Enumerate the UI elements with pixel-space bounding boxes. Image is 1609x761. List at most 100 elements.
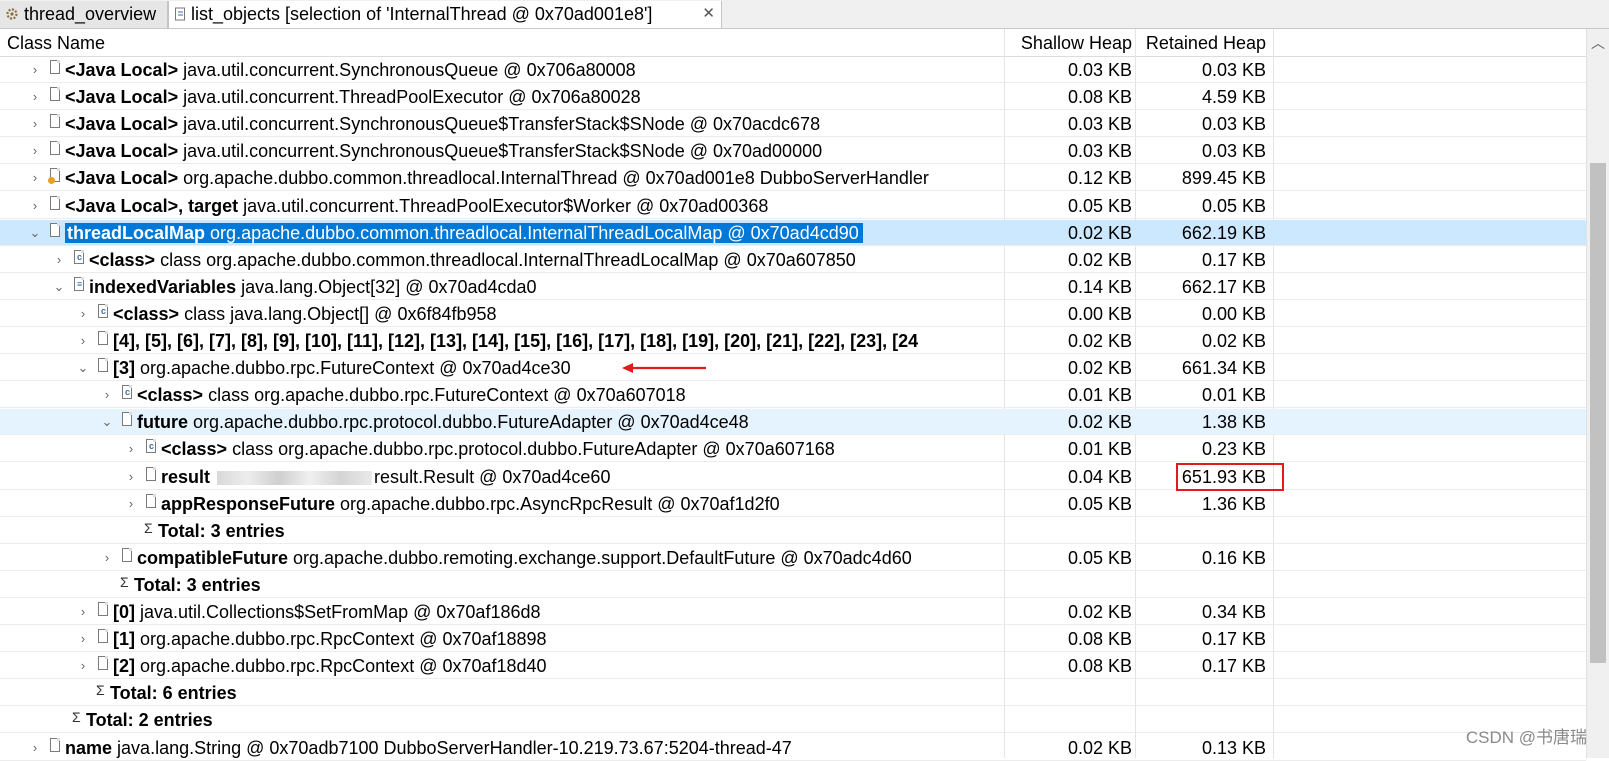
column-header-shallow-heap[interactable]: Shallow Heap [1005,29,1132,56]
retained-heap-cell [1138,707,1266,732]
expand-toggle-icon[interactable]: › [28,165,42,190]
object-detail: java.util.concurrent.ThreadPoolExecutor … [183,87,641,108]
table-row[interactable]: › <Java Local> java.util.concurrent.Synch… [0,57,1586,83]
shallow-heap-cell: 0.02 KB [1067,737,1132,758]
vertical-scrollbar[interactable]: ︿ [1586,29,1609,758]
object-icon [48,222,64,242]
object-icon [144,466,160,486]
shallow-heap-cell [1005,518,1132,543]
field-name: Total: 3 entries [134,574,261,595]
expand-toggle-icon[interactable]: › [28,138,42,163]
column-header-retained-heap[interactable]: Retained Heap [1138,29,1266,56]
class-name-cell: ⌄ future org.apache.dubbo.rpc.protocol.du… [0,409,1004,434]
list-objects-icon [175,7,185,21]
class-name-cell: › <Java Local> java.util.concurrent.Threa… [0,84,1004,109]
expand-toggle-icon[interactable]: › [76,328,90,353]
class-name-cell: › [2] org.apache.dubbo.rpc.RpcContext @ 0… [0,653,1004,678]
field-name: Total: 3 entries [158,520,285,541]
tab-list-objects[interactable]: list_objects [selection of 'InternalThre… [168,1,722,28]
table-row[interactable]: › [0] java.util.Collections$SetFromMap @ … [0,599,1586,625]
expand-toggle-icon[interactable]: › [124,464,138,489]
total-row[interactable]: Σ Total: 3 entries [0,518,1586,544]
field-name: <Java Local> [65,168,179,189]
class-name-cell: ⌄ ≡ indexedVariables java.lang.Object[32] … [0,274,1004,299]
tab-thread-overview[interactable]: thread_overview [0,1,168,28]
table-row[interactable]: › c <class> class java.lang.Object[] @ 0x6… [0,301,1586,327]
sum-icon: Σ [72,709,81,726]
class-name-cell: Σ Total: 6 entries [0,680,1004,705]
collapse-toggle-icon[interactable]: ⌄ [28,220,42,245]
object-detail: java.util.concurrent.SynchronousQueue @ … [183,60,636,80]
table-row[interactable]: ⌄ [3] org.apache.dubbo.rpc.FutureContext … [0,355,1586,382]
object-label: compatibleFuture org.apache.dubbo.remoti… [137,545,912,570]
class-name-cell: Σ Total: 2 entries [0,707,1004,732]
expand-toggle-icon[interactable]: › [28,57,42,82]
shallow-heap-cell: 0.02 KB [1067,602,1132,622]
object-label: future org.apache.dubbo.rpc.protocol.dub… [137,409,749,434]
table-row[interactable]: › name java.lang.String @ 0x70adb7100 Dub… [0,735,1586,761]
expand-toggle-icon[interactable]: › [52,247,66,272]
expand-toggle-icon[interactable]: › [28,111,42,136]
table-row[interactable]: › <Java Local> org.apache.dubbo.common.th… [0,165,1586,192]
total-row[interactable]: Σ Total: 6 entries [0,680,1586,707]
object-icon [120,411,136,431]
total-row[interactable]: Σ Total: 2 entries [0,707,1586,734]
editor-tab-bar: thread_overview list_objects [selection … [0,0,1609,29]
shallow-heap-cell: 0.03 KB [1067,114,1132,135]
scrollbar-thumb[interactable] [1590,163,1606,663]
expand-toggle-icon[interactable]: › [76,301,90,326]
table-row[interactable]: › <Java Local> java.util.concurrent.Threa… [0,84,1586,111]
class-name-cell: ⌄ threadLocalMap org.apache.dubbo.common.… [0,220,1004,245]
close-icon[interactable]: ✕ [702,1,715,27]
object-label: <Java Local> java.util.concurrent.Synchr… [65,111,820,136]
expand-toggle-icon[interactable]: › [76,653,90,678]
class-name-cell: Σ Total: 3 entries [0,518,1004,543]
table-row[interactable]: › compatibleFuture org.apache.dubbo.remot… [0,545,1586,571]
object-label: name java.lang.String @ 0x70adb7100 Dubb… [65,735,792,760]
table-row[interactable]: › <Java Local> java.util.concurrent.Synch… [0,138,1586,165]
table-row[interactable]: ⌄ ≡ indexedVariables java.lang.Object[32] … [0,274,1586,300]
expand-toggle-icon[interactable]: › [100,545,114,570]
table-row[interactable]: ⌄ future org.apache.dubbo.rpc.protocol.du… [0,409,1586,436]
retained-heap-cell [1138,572,1266,597]
total-row[interactable]: Σ Total: 3 entries [0,572,1586,598]
collapse-toggle-icon[interactable]: ⌄ [100,409,114,434]
field-name: <Java Local> [65,141,179,162]
expand-toggle-icon[interactable]: › [76,599,90,624]
object-icon [48,195,64,215]
scroll-up-icon[interactable]: ︿ [1591,33,1605,53]
table-row[interactable]: › c <class> class org.apache.dubbo.rpc.Fut… [0,382,1586,409]
expand-toggle-icon[interactable]: › [28,84,42,109]
column-header-class-name[interactable]: Class Name [7,29,105,56]
expand-toggle-icon[interactable]: › [28,735,42,760]
expand-toggle-icon[interactable]: › [100,382,114,407]
table-row[interactable]: › <Java Local>, target java.util.concurre… [0,193,1586,219]
object-label: <Java Local> org.apache.dubbo.common.thr… [65,165,929,190]
class-name-cell: › <Java Local> java.util.concurrent.Synch… [0,138,1004,163]
object-icon: ≡ [72,276,88,296]
expand-toggle-icon[interactable]: › [76,626,90,651]
object-detail: class org.apache.dubbo.rpc.protocol.dubb… [232,439,835,460]
expand-toggle-icon[interactable]: › [124,436,138,461]
collapse-toggle-icon[interactable]: ⌄ [76,355,90,380]
table-row[interactable]: ⌄ threadLocalMap org.apache.dubbo.common.… [0,219,1586,246]
object-detail: org.apache.dubbo.rpc.FutureContext @ 0x7… [140,358,571,379]
collapse-toggle-icon[interactable]: ⌄ [52,274,66,299]
class-object-icon: c [96,303,112,323]
table-row[interactable]: › result result.Result @ 0x70ad4ce60 0.04 … [0,464,1586,490]
object-label: <Java Local> java.util.concurrent.Synchr… [65,57,636,82]
table-row[interactable]: › c <class> class org.apache.dubbo.rpc.pro… [0,436,1586,463]
class-name-cell: › <Java Local> java.util.concurrent.Synch… [0,57,1004,82]
object-detail: org.apache.dubbo.rpc.RpcContext @ 0x70af… [140,629,547,650]
table-row[interactable]: › <Java Local> java.util.concurrent.Synch… [0,111,1586,138]
field-name: indexedVariables [89,276,237,297]
table-row[interactable]: › [2] org.apache.dubbo.rpc.RpcContext @ 0… [0,653,1586,680]
table-row[interactable]: › appResponseFuture org.apache.dubbo.rpc.… [0,491,1586,517]
retained-heap-cell [1138,680,1266,705]
expand-toggle-icon[interactable]: › [124,491,138,516]
expand-toggle-icon[interactable]: › [28,193,42,218]
table-row[interactable]: › [4], [5], [6], [7], [8], [9], [10], [11… [0,328,1586,354]
table-row[interactable]: › c <class> class org.apache.dubbo.common.… [0,247,1586,273]
table-row[interactable]: › [1] org.apache.dubbo.rpc.RpcContext @ 0… [0,626,1586,653]
class-name-cell: › compatibleFuture org.apache.dubbo.remot… [0,545,1004,570]
